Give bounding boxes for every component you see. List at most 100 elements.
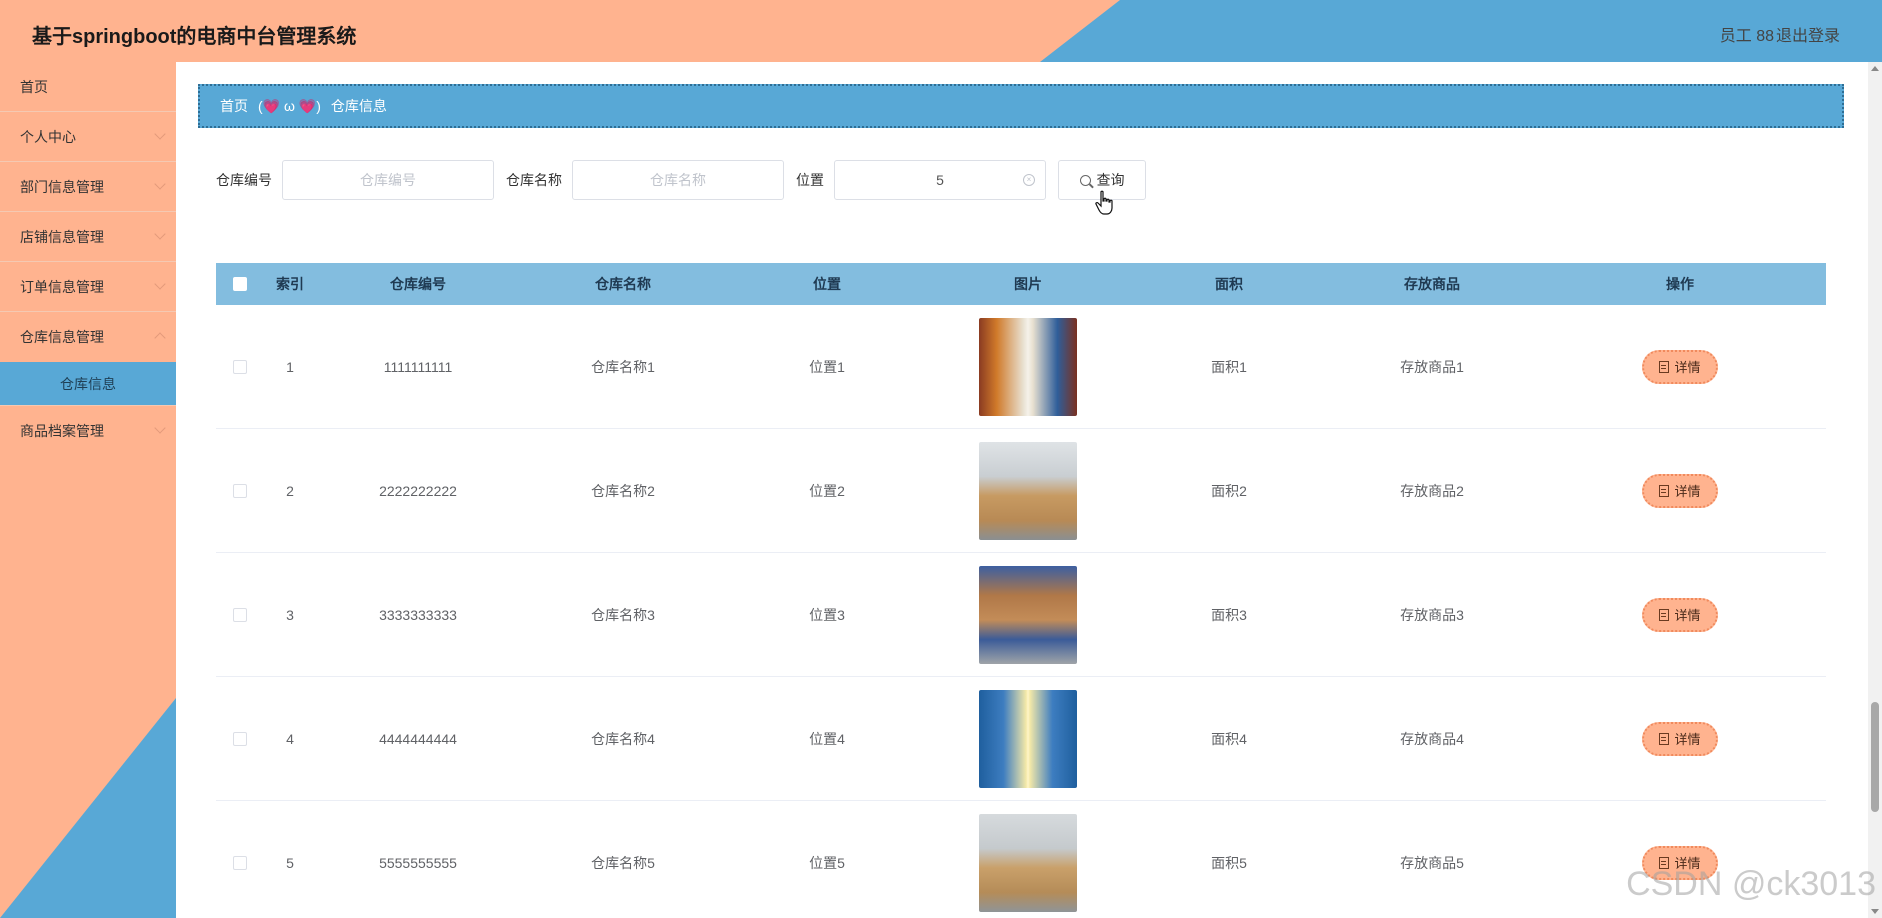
cell-name: 仓库名称5 [591,854,655,871]
query-label: 查询 [1096,172,1125,188]
row-checkbox[interactable] [233,607,247,622]
sidebar: 首页 个人中心 部门信息管理 店铺信息管理 订单信息管理 仓库信息管理 仓库信息… [0,62,176,918]
breadcrumb: 首页 (💗 ω 💗) 仓库信息 [198,84,1844,128]
cell-code: 3333333333 [379,606,457,623]
table-row: 4 4444444444 仓库名称4 位置4 面积4 存放商品4 详情 [216,677,1826,801]
breadcrumb-separator: (💗 ω 💗) [258,97,321,114]
cell-area: 面积4 [1211,730,1247,747]
app-title: 基于springboot的电商中台管理系统 [32,26,357,48]
sidebar-item-personal-center[interactable]: 个人中心 [0,112,176,162]
sidebar-item-label: 订单信息管理 [20,278,104,295]
cell-code: 1111111111 [383,358,453,375]
warehouse-image[interactable] [979,441,1077,540]
select-all-checkbox-cell[interactable] [216,263,264,305]
chevron-down-icon [154,228,166,240]
chevron-down-icon [154,422,166,434]
name-label: 仓库名称 [506,172,562,188]
table-row: 1 1111111111 仓库名称1 位置1 面积1 存放商品1 详情 [216,305,1826,429]
warehouse-table: 索引 仓库编号 仓库名称 位置 图片 面积 存放商品 操作 1 11111111… [216,263,1826,918]
row-checkbox-cell[interactable] [216,801,264,918]
detail-label: 详情 [1674,484,1701,499]
sidebar-item-warehouse-mgmt[interactable]: 仓库信息管理 [0,312,176,362]
scroll-up-arrow-icon[interactable] [1871,66,1879,71]
cell-image [928,677,1128,800]
header-goods: 存放商品 [1404,276,1460,292]
cell-goods: 存放商品5 [1400,854,1464,871]
sidebar-item-label: 个人中心 [20,128,76,145]
warehouse-image[interactable] [979,689,1077,788]
position-input[interactable]: 5 × [834,160,1046,200]
sidebar-item-order[interactable]: 订单信息管理 [0,262,176,312]
cell-position: 位置5 [809,854,845,871]
cell-area: 面积3 [1211,606,1247,623]
detail-button[interactable]: 详情 [1642,473,1718,508]
chevron-down-icon [154,128,166,140]
cell-index: 2 [286,482,294,499]
cell-image [928,429,1128,552]
sidebar-item-department[interactable]: 部门信息管理 [0,162,176,212]
logout-link[interactable]: 退出登录 [1776,22,1840,46]
search-icon [1079,174,1091,186]
cell-operation: 详情 [1534,677,1826,800]
scrollbar-thumb[interactable] [1871,702,1879,812]
cell-index: 3 [286,606,294,623]
cell-name: 仓库名称4 [591,730,655,747]
row-checkbox[interactable] [233,731,247,746]
name-input[interactable]: 仓库名称 [572,160,784,200]
row-checkbox[interactable] [233,359,247,374]
row-checkbox[interactable] [233,855,247,870]
select-all-checkbox[interactable] [233,277,247,291]
sidebar-item-label: 仓库信息 [60,375,116,392]
table-row: 5 5555555555 仓库名称5 位置5 面积5 存放商品5 详情 [216,801,1826,918]
sidebar-item-home[interactable]: 首页 [0,62,176,112]
cell-index: 5 [286,854,294,871]
row-checkbox-cell[interactable] [216,429,264,552]
document-icon [1659,608,1670,621]
detail-button[interactable]: 详情 [1642,349,1718,384]
detail-button[interactable]: 详情 [1642,597,1718,632]
sidebar-item-product-archive[interactable]: 商品档案管理 [0,406,176,456]
detail-button[interactable]: 详情 [1642,721,1718,756]
warehouse-image[interactable] [979,317,1077,416]
cell-position: 位置1 [809,358,845,375]
table-row: 3 3333333333 仓库名称3 位置3 面积3 存放商品3 详情 [216,553,1826,677]
cell-name: 仓库名称1 [591,358,655,375]
header-position: 位置 [813,276,841,292]
row-checkbox-cell[interactable] [216,677,264,800]
code-label: 仓库编号 [216,172,272,188]
warehouse-image[interactable] [979,565,1077,664]
warehouse-image[interactable] [979,813,1077,912]
cell-name: 仓库名称2 [591,482,655,499]
sidebar-item-store[interactable]: 店铺信息管理 [0,212,176,262]
position-value: 5 [936,172,944,188]
cell-image [928,801,1128,918]
cell-position: 位置3 [809,606,845,623]
position-label: 位置 [796,172,824,188]
search-bar: 仓库编号 仓库编号 仓库名称 仓库名称 位置 5 × 查询 [216,160,1146,200]
pointer-cursor-icon [1095,190,1113,215]
cell-goods: 存放商品1 [1400,358,1464,375]
header-code: 仓库编号 [390,276,446,292]
cell-operation: 详情 [1534,305,1826,428]
sidebar-item-label: 首页 [20,78,48,95]
sidebar-item-label: 部门信息管理 [20,178,104,195]
detail-label: 详情 [1674,360,1701,375]
code-input[interactable]: 仓库编号 [282,160,494,200]
watermark: CSDN @ck3013 [1626,865,1876,903]
sidebar-subitem-warehouse-info[interactable]: 仓库信息 [0,362,176,406]
cell-code: 5555555555 [379,854,457,871]
breadcrumb-home[interactable]: 首页 [220,96,248,116]
page-scrollbar[interactable] [1868,62,1882,918]
row-checkbox[interactable] [233,483,247,498]
document-icon [1659,484,1670,497]
row-checkbox-cell[interactable] [216,305,264,428]
cell-area: 面积1 [1211,358,1247,375]
cell-goods: 存放商品3 [1400,606,1464,623]
sidebar-blue-decoration [0,698,176,918]
detail-label: 详情 [1674,608,1701,623]
header-index: 索引 [276,276,304,292]
clear-icon[interactable]: × [1023,174,1035,186]
row-checkbox-cell[interactable] [216,553,264,676]
sidebar-item-label: 仓库信息管理 [20,329,104,345]
scroll-down-arrow-icon[interactable] [1871,909,1879,914]
